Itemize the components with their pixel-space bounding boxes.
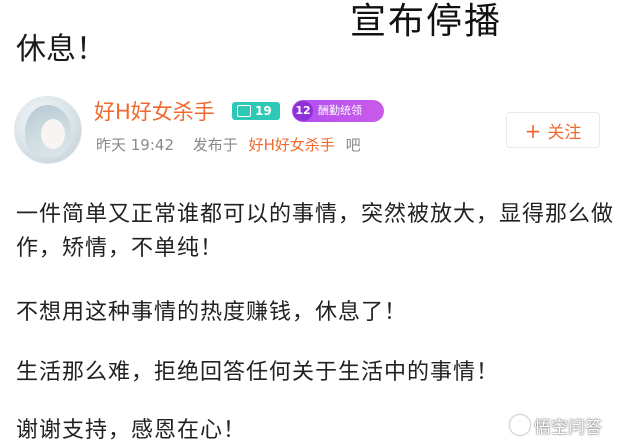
author-avatar[interactable] xyxy=(14,96,82,164)
overlay-title: 宣布停播 xyxy=(350,1,503,42)
follow-button[interactable]: + 关注 xyxy=(506,112,600,148)
plus-icon: + xyxy=(524,119,542,143)
wukong-logo-icon xyxy=(510,415,530,435)
forum-suffix: 吧 xyxy=(345,136,361,154)
avatar-face-shape xyxy=(41,119,65,149)
level-badge-number: 19 xyxy=(255,104,272,118)
post-meta: 昨天 19:42 发布于 好H好女杀手 吧 xyxy=(96,134,361,156)
vip-badge: 12 酬勤统领 xyxy=(292,100,384,122)
watermark-text: 悟空问答 xyxy=(534,417,602,438)
watermark: 悟空问答 xyxy=(510,410,602,440)
vip-level-number: 12 xyxy=(293,101,313,121)
post-paragraph-3: 生活那么难，拒绝回答任何关于生活中的事情！ xyxy=(16,360,500,385)
level-badge: 19 xyxy=(232,102,280,120)
post-title: 休息！ xyxy=(16,32,106,67)
forum-link[interactable]: 好H好女杀手 xyxy=(249,136,335,154)
post-paragraph-1: 一件简单又正常谁都可以的事情，突然被放大，显得那么做作，矫情，不单纯！ xyxy=(16,202,615,261)
posted-in-prefix: 发布于 xyxy=(192,136,238,154)
follow-button-label: 关注 xyxy=(547,123,582,143)
post-paragraph-2: 不想用这种事情的热度赚钱，休息了！ xyxy=(16,300,408,325)
post-time: 昨天 19:42 xyxy=(96,136,174,154)
author-name[interactable]: 好H好女杀手 xyxy=(94,98,215,126)
vip-label: 酬勤统领 xyxy=(318,104,362,117)
cup-icon xyxy=(237,105,251,117)
